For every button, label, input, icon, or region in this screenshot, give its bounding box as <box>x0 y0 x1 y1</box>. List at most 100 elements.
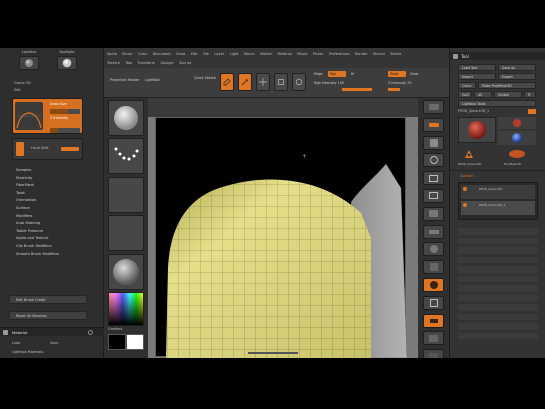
menu-samples[interactable]: Samples <box>0 167 104 175</box>
polyf-button[interactable] <box>423 331 444 346</box>
subtool-item-1[interactable]: PM3D_Sphere3D <box>461 185 535 199</box>
edit-mode-button[interactable] <box>220 73 234 91</box>
menu-alpha[interactable]: Alpha <box>107 52 117 56</box>
alpha-thumbnail[interactable] <box>108 177 144 213</box>
tool-palette-header[interactable]: Tool <box>450 52 545 60</box>
menu-zscript[interactable]: Zscript <box>179 61 191 65</box>
lsym-button[interactable] <box>423 260 444 275</box>
menu-brush[interactable]: Brush <box>122 52 132 56</box>
focal-shift-slider[interactable] <box>61 147 79 151</box>
menu-auto-masking[interactable]: Auto Masking <box>0 220 104 228</box>
projection-master-button[interactable]: Projection Master <box>110 78 139 82</box>
m-button[interactable]: M <box>351 72 354 76</box>
clone-button[interactable]: Clone <box>458 82 476 89</box>
menu-twist[interactable]: Twist <box>0 190 104 198</box>
menu-document[interactable]: Document <box>153 52 171 56</box>
subtool-item-2[interactable]: PM3D_Sphere3D_1 <box>461 201 535 215</box>
material-palette-header[interactable]: Material <box>0 327 104 336</box>
scroll-button[interactable] <box>423 135 444 150</box>
goz-button[interactable]: GoZ <box>458 91 472 98</box>
rotate-button[interactable] <box>423 313 444 328</box>
tool-slider-thumb[interactable] <box>528 109 536 114</box>
gradient-label[interactable]: Gradient <box>108 327 123 331</box>
reset-all-brushes-button[interactable]: Reset All Brushes <box>9 311 87 320</box>
menu-clip-brush-modifiers[interactable]: Clip Brush Modifiers <box>0 243 104 251</box>
persp-button[interactable] <box>423 206 444 221</box>
z-intensity-slider[interactable] <box>50 128 80 133</box>
floor-button[interactable] <box>423 224 444 239</box>
transp-button[interactable] <box>423 349 444 358</box>
menu-marker[interactable]: Marker <box>260 52 272 56</box>
lightbox-tools-button[interactable]: Lightbox Tools <box>458 100 536 107</box>
z-intensity-slider[interactable] <box>388 88 400 91</box>
menu-stroke[interactable]: Stroke <box>390 52 401 56</box>
mrgb-button[interactable]: Mrgb <box>314 72 323 76</box>
make-polymesh-button[interactable]: Make PolyMesh3D <box>478 82 536 89</box>
zadd-button[interactable]: Zadd <box>388 71 406 77</box>
lightbox-button[interactable]: Lightbox <box>14 50 44 74</box>
color-picker[interactable] <box>108 292 144 326</box>
export-button[interactable]: Export <box>498 73 536 80</box>
subtool-visibility-icon[interactable] <box>463 187 467 191</box>
load-tool-button[interactable]: Load Tool <box>458 64 496 71</box>
z-intensity-label[interactable]: Z Intensity 25 <box>388 81 412 85</box>
menu-stencil[interactable]: Stencil <box>373 52 385 56</box>
lightbox-materials-button[interactable]: Lightbox Materials <box>12 350 43 354</box>
subtool-visibility-icon[interactable] <box>463 203 467 207</box>
menu-fibermesh[interactable]: FiberMesh <box>0 182 104 190</box>
rotate-mode-button[interactable] <box>292 73 306 91</box>
menu-preferences[interactable]: Preferences <box>329 52 350 56</box>
viewport[interactable]: + <box>148 98 418 358</box>
menu-texture[interactable]: Texture <box>107 61 120 65</box>
menu-layer[interactable]: Layer <box>214 52 224 56</box>
menu-tool[interactable]: Tool <box>125 61 132 65</box>
menu-light[interactable]: Light <box>230 52 239 56</box>
menu-smooth-brush-modifiers[interactable]: Smooth Brush Modifiers <box>0 251 104 259</box>
rgb-intensity-label[interactable]: Rgb Intensity 100 <box>314 81 344 85</box>
tool-thumb-sphere[interactable] <box>458 117 496 143</box>
secondary-color-swatch[interactable] <box>126 334 144 350</box>
spotlight-button[interactable]: Spotlight <box>52 50 82 74</box>
spix-button[interactable] <box>423 117 444 132</box>
save-as-button[interactable]: Save As <box>498 64 536 71</box>
menu-transform[interactable]: Transform <box>138 61 155 65</box>
rgb-intensity-slider[interactable] <box>342 88 372 91</box>
draw-mode-button[interactable] <box>238 73 252 91</box>
draw-size-slider[interactable] <box>50 109 80 114</box>
menu-elasticity[interactable]: Elasticity <box>0 175 104 183</box>
r-button[interactable]: R <box>524 91 536 98</box>
brush-thumbnail[interactable] <box>108 100 144 136</box>
menu-zplugin[interactable]: Zplugin <box>160 61 173 65</box>
import-button[interactable]: Import <box>458 73 496 80</box>
menu-alpha-and-texture[interactable]: Alpha and Texture <box>0 235 104 243</box>
actual-button[interactable] <box>423 171 444 186</box>
move-mode-button[interactable] <box>256 73 270 91</box>
menu-picker[interactable]: Picker <box>313 52 323 56</box>
canvas-scrollbar[interactable] <box>248 352 298 354</box>
texture-thumbnail[interactable] <box>108 215 144 251</box>
tool-thumb-blue[interactable] <box>498 131 536 145</box>
menu-file[interactable]: File <box>203 52 209 56</box>
menu-modifiers[interactable]: Modifiers <box>0 213 104 221</box>
menu-render[interactable]: Render <box>355 52 367 56</box>
tool-thumb-small[interactable] <box>498 117 536 129</box>
stroke-thumbnail[interactable] <box>108 138 144 174</box>
bpr-button[interactable] <box>423 100 444 114</box>
edit-brush-credit-button[interactable]: Edit Brush Credit <box>9 295 87 304</box>
material-thumbnail[interactable] <box>108 254 144 290</box>
scale-mode-button[interactable] <box>274 73 288 91</box>
menu-edit[interactable]: Edit <box>191 52 198 56</box>
lightbox-toolbar-button[interactable]: LightBox <box>145 78 160 82</box>
menu-tablet-pressure[interactable]: Tablet Pressure <box>0 228 104 236</box>
move-button[interactable] <box>423 277 444 292</box>
quick-sketch-button[interactable]: Quick Sketch <box>194 76 216 80</box>
polymesh-thumb[interactable] <box>504 147 530 161</box>
menu-movie[interactable]: Movie <box>297 52 307 56</box>
local-button[interactable] <box>423 242 444 257</box>
material-load-button[interactable]: Load <box>12 341 20 345</box>
all-button[interactable]: All <box>474 91 492 98</box>
dock-circle-icon[interactable] <box>88 330 93 335</box>
menu-draw[interactable]: Draw <box>176 52 185 56</box>
scale-button[interactable] <box>423 295 444 310</box>
zsub-button[interactable]: Zsub <box>410 72 418 76</box>
